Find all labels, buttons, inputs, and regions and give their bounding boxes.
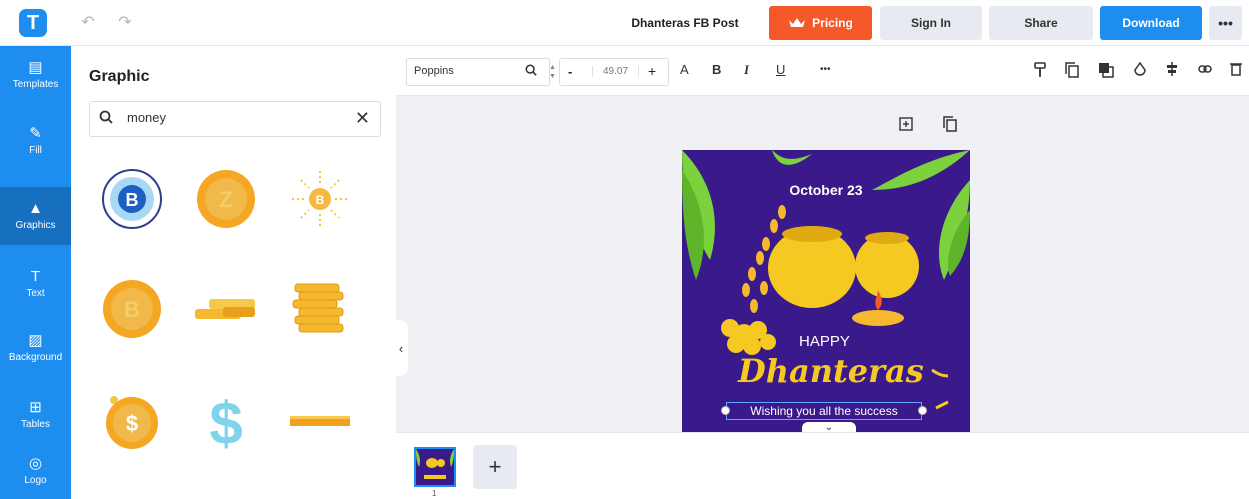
font-size-control: - 49.07 +	[559, 58, 669, 86]
wish-text[interactable]: Wishing you all the success	[726, 402, 922, 420]
panel-title: Graphic	[89, 68, 150, 85]
logo-icon: ◎	[28, 455, 43, 472]
rail-item-graphics[interactable]: ▲ Graphics	[0, 187, 71, 245]
zcash-coin-graphic[interactable]: Z	[183, 156, 269, 242]
rail-item-fill[interactable]: ✎ Fill	[0, 112, 71, 170]
page-thumbnail[interactable]	[414, 447, 456, 487]
layer-order-icon[interactable]	[1098, 62, 1114, 81]
underline-button[interactable]: U	[776, 62, 785, 77]
resize-handle-left[interactable]	[721, 406, 730, 415]
collapse-panel-button[interactable]: ‹	[394, 320, 408, 376]
format-painter-icon[interactable]	[1034, 62, 1046, 81]
svg-text:$: $	[126, 411, 138, 436]
dollar-coin-graphic[interactable]: $	[89, 378, 175, 464]
rail-item-label: Tables	[21, 419, 50, 430]
coin-pile-graphic[interactable]	[183, 266, 269, 352]
background-icon: ▨	[28, 332, 43, 349]
download-button[interactable]: Download	[1100, 6, 1202, 40]
document-title[interactable]: Dhanteras FB Post	[620, 16, 750, 30]
bitcoin-burst-graphic[interactable]: B	[277, 156, 363, 242]
font-stepper-icon[interactable]: ▲ ▼	[549, 63, 556, 81]
rail-item-label: Background	[8, 352, 63, 363]
rail-item-label: Logo	[24, 475, 47, 486]
search-input[interactable]	[127, 110, 327, 125]
italic-button[interactable]: I	[744, 62, 749, 78]
svg-text:B: B	[316, 193, 325, 207]
text-case-button[interactable]: A	[680, 62, 689, 77]
share-button[interactable]: Share	[989, 6, 1093, 40]
more-text-options-button[interactable]: •••	[820, 64, 831, 75]
undo-icon[interactable]: ↶	[78, 12, 98, 32]
happy-text[interactable]: HAPPY	[799, 333, 850, 350]
svg-text:B: B	[126, 190, 139, 210]
rail-item-logo[interactable]: ◎ Logo	[0, 442, 71, 499]
graphic-search: ✕	[89, 101, 381, 137]
sign-in-button[interactable]: Sign In	[880, 6, 982, 40]
bitcoin-gold-graphic[interactable]: B	[89, 266, 175, 352]
rail-item-text[interactable]: T Text	[0, 255, 71, 313]
opacity-icon[interactable]	[1134, 61, 1146, 79]
pricing-button[interactable]: Pricing	[769, 6, 872, 40]
bitcoin-blue-graphic[interactable]: B	[89, 156, 175, 242]
add-page-button[interactable]: +	[473, 445, 517, 489]
resize-handle-right[interactable]	[918, 406, 927, 415]
graphic-panel: Graphic ✕ B Z B B $ $	[71, 46, 396, 499]
date-text[interactable]: October 23	[682, 182, 970, 198]
text-icon: T	[30, 268, 41, 285]
rail-item-templates[interactable]: ▤ Templates	[0, 46, 71, 104]
link-icon[interactable]	[1198, 62, 1212, 77]
table-icon: ⊞	[29, 399, 42, 416]
left-rail: ▤ Templates ✎ Fill ▲ Graphics T Text ▨ B…	[0, 46, 71, 499]
rail-item-label: Graphics	[15, 220, 56, 231]
design-artboard[interactable]: October 23 HAPPY Dhanteras Wishing you a…	[682, 150, 970, 432]
duplicate-page-icon[interactable]	[943, 116, 957, 137]
page-number: 1	[432, 489, 437, 498]
svg-text:Z: Z	[219, 187, 232, 212]
increase-size-button[interactable]: +	[648, 63, 656, 79]
pricing-label: Pricing	[812, 16, 853, 30]
redo-icon[interactable]: ↷	[115, 12, 135, 32]
svg-text:$: $	[209, 390, 242, 454]
pages-strip: 1 +	[396, 432, 1249, 499]
delete-icon[interactable]	[1230, 62, 1242, 79]
font-search-icon[interactable]	[525, 64, 537, 79]
font-name: Poppins	[414, 65, 454, 77]
coin-stack-graphic[interactable]	[277, 266, 363, 352]
pencil-icon: ✎	[29, 125, 42, 142]
festival-name-text[interactable]: Dhanteras	[738, 352, 924, 390]
templates-icon: ▤	[28, 59, 43, 76]
app-logo[interactable]: T	[19, 9, 47, 37]
font-family-select[interactable]: Poppins ▲ ▼	[406, 58, 556, 86]
svg-text:B: B	[124, 297, 140, 322]
dollar-sign-graphic[interactable]: $	[183, 378, 269, 464]
rail-item-label: Templates	[12, 79, 59, 90]
rail-item-tables[interactable]: ⊞ Tables	[0, 386, 71, 444]
bold-button[interactable]: B	[712, 62, 721, 77]
search-icon	[99, 110, 113, 128]
rail-item-background[interactable]: ▨ Background	[0, 319, 71, 377]
shapes-icon: ▲	[28, 200, 43, 217]
clear-search-icon[interactable]: ✕	[355, 108, 370, 129]
font-size-value[interactable]: 49.07	[592, 66, 640, 77]
rail-item-label: Fill	[29, 145, 42, 156]
duplicate-icon[interactable]	[1065, 62, 1079, 81]
top-bar: T ↶ ↷ Dhanteras FB Post Pricing Sign In …	[0, 0, 1249, 46]
more-options-button[interactable]: •••	[1209, 6, 1242, 40]
text-toolbar: Poppins ▲ ▼ - 49.07 + A B I U •••	[396, 46, 1249, 96]
coin-bar-graphic[interactable]	[277, 378, 363, 464]
rail-item-label: Text	[26, 288, 45, 299]
decrease-size-button[interactable]: -	[568, 64, 572, 79]
align-icon[interactable]	[1166, 62, 1178, 79]
add-element-icon[interactable]	[899, 117, 913, 136]
crown-icon	[789, 18, 806, 27]
